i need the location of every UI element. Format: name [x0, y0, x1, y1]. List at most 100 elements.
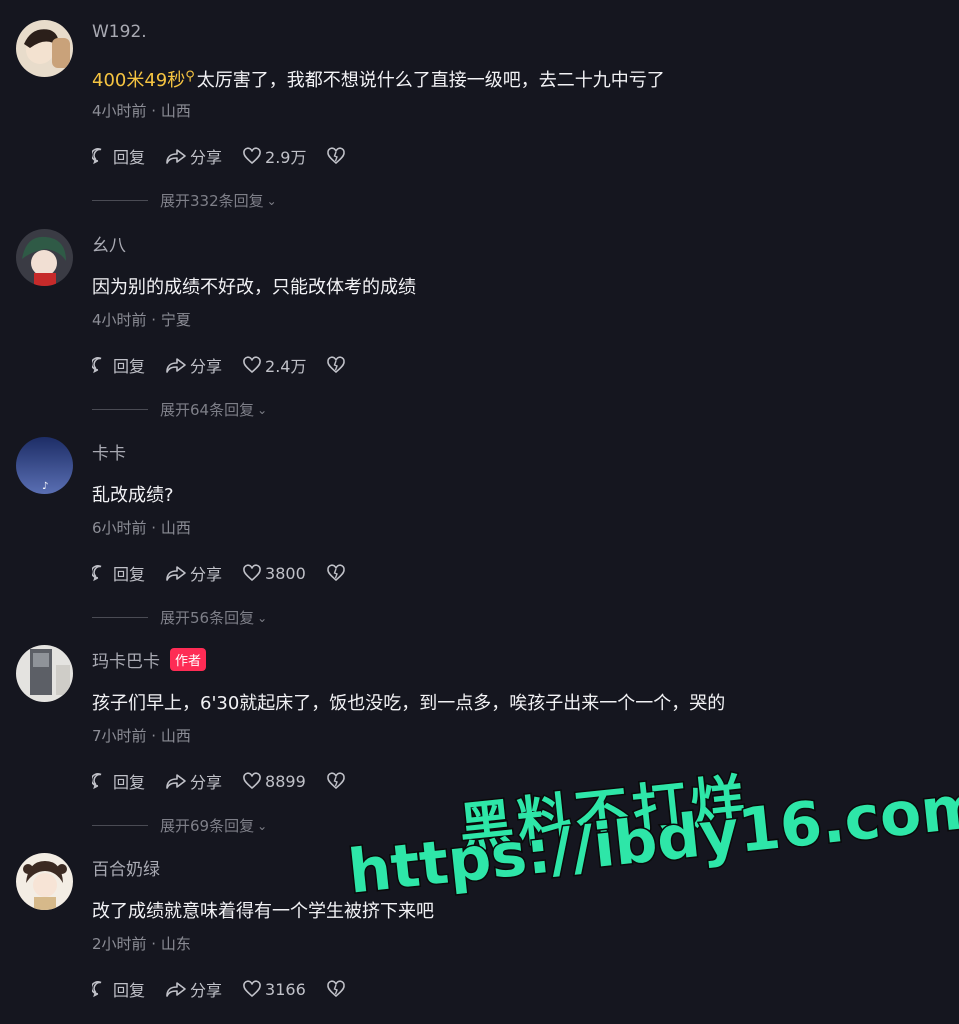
share-button[interactable]: 分享: [165, 144, 222, 168]
expand-replies[interactable]: 展开56条回复 ⌄: [92, 607, 267, 628]
comment-meta: 2小时前 · 山东: [92, 935, 191, 953]
like-count: 3166: [265, 979, 306, 999]
broken-heart-icon: [327, 147, 346, 165]
divider: [92, 200, 148, 201]
like-count: 3800: [265, 563, 306, 583]
expand-replies-label: 展开69条回复: [160, 817, 255, 835]
reply-label: 回复: [113, 981, 146, 1000]
dislike-button[interactable]: [326, 980, 346, 998]
heart-icon: [243, 980, 261, 998]
expand-replies[interactable]: 展开64条回复 ⌄: [92, 399, 267, 420]
username[interactable]: W192.: [92, 22, 147, 42]
like-button[interactable]: 3166: [242, 980, 306, 999]
reply-label: 回复: [113, 148, 146, 167]
divider: [92, 409, 148, 410]
share-arrow-icon: [166, 566, 186, 581]
comment-bubble-icon: [92, 357, 102, 374]
avatar[interactable]: [16, 229, 73, 286]
dislike-button[interactable]: [326, 356, 346, 374]
avatar[interactable]: ♪: [16, 437, 73, 494]
broken-heart-icon: [326, 980, 345, 998]
action-bar: 回复 分享 2.9万: [92, 144, 366, 168]
share-label: 分享: [190, 773, 223, 792]
broken-heart-icon: [326, 772, 345, 790]
share-arrow-icon: [166, 774, 186, 789]
avatar[interactable]: [16, 645, 73, 702]
share-button[interactable]: 分享: [165, 353, 222, 377]
reply-button[interactable]: 回复: [92, 353, 145, 377]
username[interactable]: 百合奶绿: [92, 855, 160, 880]
divider: [92, 617, 148, 618]
expand-replies[interactable]: 展开69条回复 ⌄: [92, 815, 267, 836]
expand-replies[interactable]: 展开332条回复 ⌄: [92, 190, 277, 211]
action-bar: 回复 分享 8899: [92, 769, 366, 793]
heart-icon: [243, 772, 261, 790]
chevron-down-icon: ⌄: [266, 193, 277, 208]
comment-body: 太厉害了，我都不想说什么了直接一级吧，去二十九中亏了: [196, 70, 665, 91]
share-button[interactable]: 分享: [165, 977, 222, 1001]
action-bar: 回复 分享 3166: [92, 977, 366, 1001]
chevron-down-icon: ⌄: [257, 818, 268, 833]
comment-text: 孩子们早上，6'30就起床了，饭也没吃，到一点多，唉孩子出来一个一个，哭的: [92, 693, 726, 714]
highlight-link[interactable]: 400米49秒: [92, 70, 185, 91]
comment-bubble-icon: [92, 565, 102, 582]
like-button[interactable]: 2.9万: [242, 144, 306, 168]
like-count: 2.4万: [265, 357, 307, 376]
heart-icon: [243, 356, 261, 374]
heart-icon: [243, 564, 261, 582]
expand-replies-label: 展开64条回复: [160, 401, 255, 419]
share-button[interactable]: 分享: [165, 561, 222, 585]
avatar[interactable]: [16, 853, 73, 910]
svg-text:♪: ♪: [42, 481, 48, 492]
comment-meta: 7小时前 · 山西: [92, 727, 191, 745]
reply-label: 回复: [113, 565, 146, 584]
dislike-button[interactable]: [326, 564, 346, 582]
reply-button[interactable]: 回复: [92, 561, 145, 585]
like-count: 8899: [265, 771, 306, 791]
share-label: 分享: [190, 148, 223, 167]
comment-meta: 6小时前 · 山西: [92, 519, 191, 537]
chevron-down-icon: ⌄: [257, 610, 268, 625]
share-arrow-icon: [166, 358, 186, 373]
share-arrow-icon: [166, 982, 186, 997]
share-label: 分享: [190, 565, 223, 584]
action-bar: 回复 分享 3800: [92, 561, 366, 585]
share-label: 分享: [190, 357, 223, 376]
dislike-button[interactable]: [326, 772, 346, 790]
like-count: 2.9万: [265, 148, 307, 167]
reply-label: 回复: [113, 773, 146, 792]
action-bar: 回复 分享 2.4万: [92, 353, 366, 377]
like-button[interactable]: 2.4万: [242, 353, 306, 377]
like-button[interactable]: 8899: [242, 772, 306, 791]
reply-button[interactable]: 回复: [92, 977, 145, 1001]
expand-replies-label: 展开332条回复: [160, 192, 264, 210]
username[interactable]: 卡卡: [92, 439, 126, 464]
like-button[interactable]: 3800: [242, 564, 306, 583]
comment-bubble-icon: [92, 148, 102, 165]
heart-icon: [243, 147, 261, 165]
broken-heart-icon: [326, 564, 345, 582]
dislike-button[interactable]: [326, 147, 346, 165]
username[interactable]: 玛卡巴卡: [92, 647, 160, 672]
comment-bubble-icon: [92, 981, 102, 998]
share-label: 分享: [190, 981, 223, 1000]
comment-text: 400米49秒⚲ 太厉害了，我都不想说什么了直接一级吧，去二十九中亏了: [92, 66, 665, 92]
author-badge: 作者: [170, 648, 207, 671]
comment-meta: 4小时前 · 宁夏: [92, 311, 191, 329]
expand-replies-label: 展开56条回复: [160, 609, 255, 627]
username[interactable]: 幺八: [92, 231, 126, 256]
reply-button[interactable]: 回复: [92, 769, 145, 793]
broken-heart-icon: [327, 356, 346, 374]
comment-text: 因为别的成绩不好改，只能改体考的成绩: [92, 277, 416, 298]
share-button[interactable]: 分享: [165, 769, 222, 793]
chevron-down-icon: ⌄: [257, 402, 268, 417]
avatar[interactable]: [16, 20, 73, 77]
comment-meta: 4小时前 · 山西: [92, 102, 191, 120]
search-icon[interactable]: ⚲: [185, 69, 195, 84]
reply-button[interactable]: 回复: [92, 144, 145, 168]
share-arrow-icon: [166, 149, 186, 164]
divider: [92, 825, 148, 826]
comment-bubble-icon: [92, 773, 102, 790]
reply-label: 回复: [113, 357, 146, 376]
comment-text: 乱改成绩?: [92, 485, 174, 506]
